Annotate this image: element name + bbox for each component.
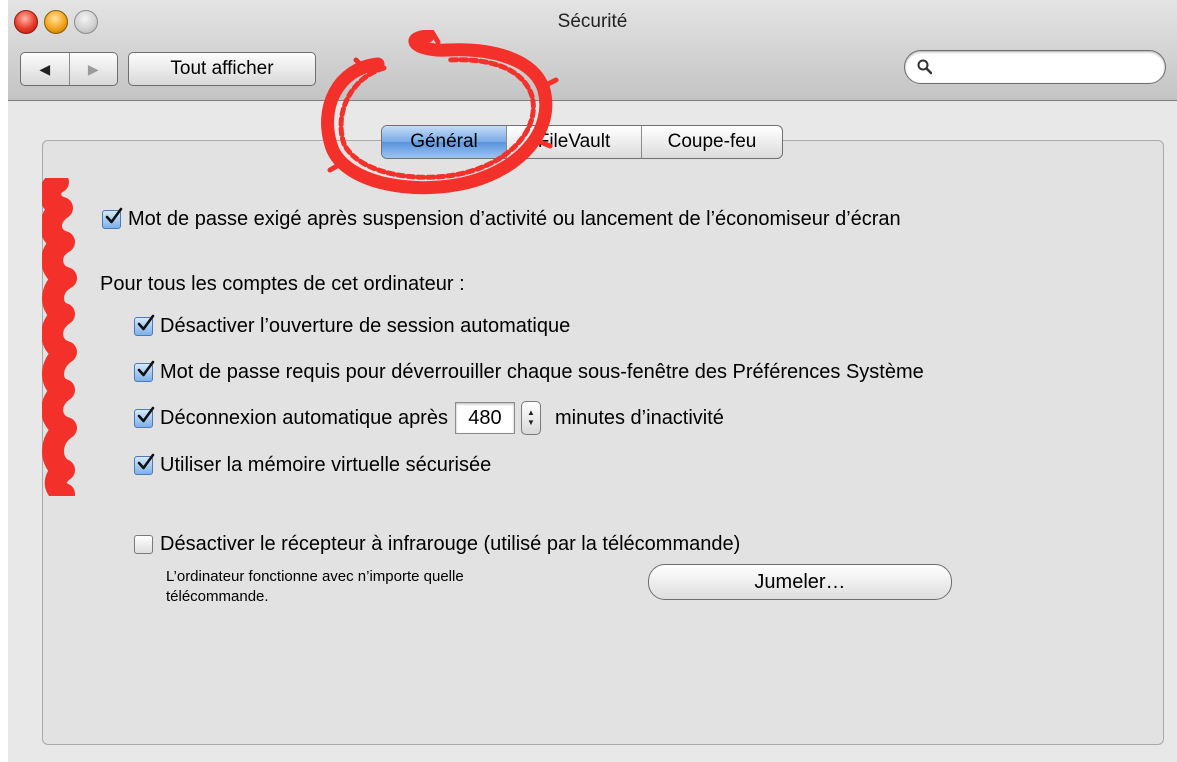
search-icon [917, 59, 933, 75]
disable-auto-login-checkbox[interactable] [134, 314, 155, 336]
tab-firewall[interactable]: Coupe-feu [642, 126, 782, 158]
annotation-circle [321, 30, 559, 195]
ir-note-line-2: télécommande. [166, 588, 269, 605]
secure-vm-row: Utiliser la mémoire virtuelle sécurisée [134, 453, 492, 477]
all-accounts-heading: Pour tous les comptes de cet ordinateur … [100, 273, 465, 295]
pair-remote-button[interactable]: Jumeler… [648, 564, 952, 600]
stepper-up-icon[interactable]: ▲ [527, 408, 535, 418]
window-toolbar: Sécurité ◀ ▶ Tout afficher [8, 0, 1177, 101]
forward-button[interactable]: ▶ [70, 53, 118, 85]
disable-ir-label: Désactiver le récepteur à infrarouge (ut… [160, 533, 741, 555]
disable-ir-checkbox[interactable] [134, 535, 153, 554]
checkmark-icon [137, 406, 155, 422]
auto-logout-minutes-field[interactable]: 480 [454, 402, 515, 434]
auto-logout-suffix: minutes d’inactivité [554, 406, 724, 429]
auto-logout-checkbox[interactable] [134, 406, 155, 428]
checkmark-icon [137, 360, 155, 377]
ir-note-line-1: L’ordinateur fonctionne avec n’importe q… [166, 568, 464, 585]
secure-vm-label: Utiliser la mémoire virtuelle sécurisée [160, 454, 492, 476]
auto-logout-label: Déconnexion automatique après [160, 406, 448, 429]
disable-auto-login-row: Désactiver l’ouverture de session automa… [134, 314, 571, 338]
navigation-segmented-control: ◀ ▶ [20, 52, 118, 86]
security-preferences-window: Sécurité ◀ ▶ Tout afficher Général FileV… [8, 0, 1177, 762]
secure-vm-checkbox[interactable] [134, 453, 155, 475]
auto-logout-stepper[interactable]: ▲ ▼ [520, 401, 541, 435]
stepper-down-icon[interactable]: ▼ [527, 418, 535, 428]
checkmark-icon [105, 207, 123, 224]
back-button[interactable]: ◀ [21, 53, 70, 85]
auto-logout-row: Déconnexion automatique après 480 ▲ ▼ mi… [134, 401, 724, 435]
require-password-label: Mot de passe exigé après suspension d’ac… [128, 208, 901, 230]
require-password-checkbox[interactable] [102, 207, 123, 229]
require-password-prefs-checkbox[interactable] [134, 360, 155, 382]
require-password-prefs-label: Mot de passe requis pour déverrouiller c… [160, 361, 924, 383]
disable-ir-row: Désactiver le récepteur à infrarouge (ut… [134, 533, 740, 556]
back-arrow-icon: ◀ [39, 60, 51, 77]
ir-note: L’ordinateur fonctionne avec n’importe q… [166, 567, 636, 607]
require-password-row: Mot de passe exigé après suspension d’ac… [102, 207, 901, 231]
annotation-scribble [42, 178, 77, 496]
checkmark-icon [137, 453, 155, 470]
show-all-button[interactable]: Tout afficher [128, 52, 316, 86]
window-title: Sécurité [557, 11, 628, 32]
search-field[interactable] [904, 50, 1166, 84]
require-password-prefs-row: Mot de passe requis pour déverrouiller c… [134, 360, 924, 384]
search-input[interactable] [939, 57, 1153, 79]
disable-auto-login-label: Désactiver l’ouverture de session automa… [160, 315, 571, 337]
checkmark-icon [137, 314, 155, 331]
forward-arrow-icon: ▶ [87, 60, 99, 77]
